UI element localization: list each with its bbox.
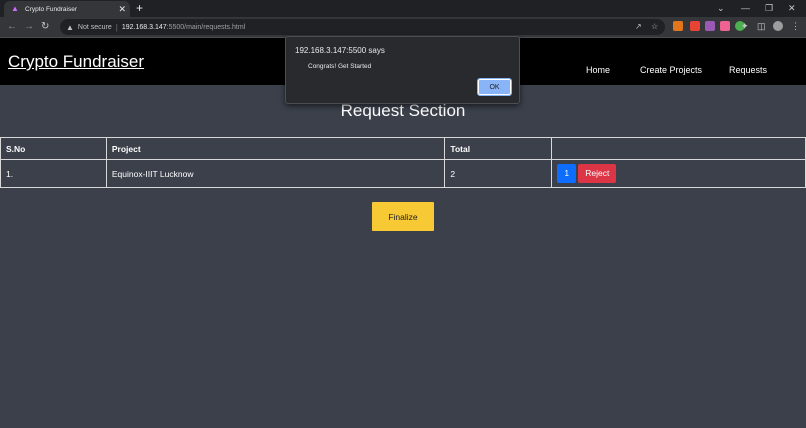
cell-sno: 1. bbox=[0, 159, 107, 188]
table-row: 1. Equinox-IIIT Lucknow 2 1 Reject bbox=[0, 159, 806, 188]
extension-icon-2[interactable] bbox=[705, 21, 715, 31]
dialog-ok-button[interactable]: OK bbox=[477, 78, 512, 96]
forward-arrow-icon[interactable]: → bbox=[24, 20, 34, 34]
tab-title: Crypto Fundraiser bbox=[25, 5, 78, 13]
vote-button[interactable]: 1 bbox=[557, 164, 577, 183]
not-secure-label[interactable]: Not secure bbox=[78, 24, 112, 31]
reject-button[interactable]: Reject bbox=[578, 164, 617, 183]
back-arrow-icon[interactable]: ← bbox=[7, 20, 17, 34]
metamask-extension-icon[interactable] bbox=[673, 21, 683, 31]
alert-dialog: 192.168.3.147:5500 says Congrats! Get St… bbox=[285, 36, 520, 104]
dialog-title: 192.168.3.147:5500 says bbox=[295, 46, 385, 55]
profile-avatar[interactable] bbox=[773, 21, 783, 31]
nav-link-create-projects[interactable]: Create Projects bbox=[640, 65, 702, 75]
browser-tabstrip: ▲ Crypto Fundraiser ✕ + ⌄ — ❐ ✕ bbox=[0, 0, 806, 17]
reload-icon[interactable]: ↻ bbox=[41, 20, 49, 34]
url-host: 192.168.3.147 bbox=[121, 23, 167, 31]
browser-tab[interactable]: ▲ Crypto Fundraiser ✕ bbox=[4, 1, 130, 17]
extension-icon-3[interactable] bbox=[720, 21, 730, 31]
header-sno: S.No bbox=[0, 137, 107, 160]
address-separator: | bbox=[115, 22, 118, 32]
browser-menu-icon[interactable]: ⋮ bbox=[791, 19, 800, 33]
table-header-row: S.No Project Total bbox=[0, 137, 806, 160]
brand-link[interactable]: Crypto Fundraiser bbox=[8, 52, 144, 72]
cell-total: 2 bbox=[444, 159, 553, 188]
extension-icon-1[interactable] bbox=[690, 21, 700, 31]
nav-link-home[interactable]: Home bbox=[586, 65, 610, 75]
puzzle-extensions-icon[interactable]: ✦ bbox=[741, 19, 749, 33]
header-project: Project bbox=[105, 137, 446, 160]
header-actions bbox=[551, 137, 806, 160]
window-close-icon[interactable]: ✕ bbox=[788, 2, 796, 14]
finalize-button[interactable]: Finalize bbox=[372, 202, 434, 231]
new-tab-icon[interactable]: + bbox=[136, 1, 143, 15]
minimize-icon[interactable]: — bbox=[741, 2, 750, 14]
warning-triangle-icon: ▲ bbox=[66, 22, 74, 32]
browser-toolbar: ← → ↻ ▲ Not secure | 192.168.3.147:5500/… bbox=[0, 17, 806, 37]
nav-link-requests[interactable]: Requests bbox=[729, 65, 767, 75]
cell-project: Equinox-IIIT Lucknow bbox=[105, 159, 446, 188]
tab-search-icon[interactable]: ⌄ bbox=[717, 2, 725, 14]
url-path: :5500/main/requests.html bbox=[166, 23, 246, 31]
tab-close-icon[interactable]: ✕ bbox=[118, 3, 126, 15]
address-bar[interactable]: ▲ Not secure | 192.168.3.147:5500/main/r… bbox=[60, 19, 665, 35]
side-panel-icon[interactable]: ◫ bbox=[757, 19, 766, 33]
requests-table: S.No Project Total 1. Equinox-IIIT Luckn… bbox=[0, 137, 806, 188]
share-icon[interactable]: ↗ bbox=[635, 20, 642, 34]
restore-icon[interactable]: ❐ bbox=[765, 2, 773, 14]
tab-favicon-icon: ▲ bbox=[11, 4, 19, 13]
header-total: Total bbox=[444, 137, 553, 160]
dialog-message: Congrats! Get Started bbox=[308, 63, 372, 70]
cell-actions: 1 Reject bbox=[551, 159, 806, 188]
page-title: Request Section bbox=[340, 101, 466, 120]
bookmark-star-icon[interactable]: ☆ bbox=[651, 20, 658, 34]
